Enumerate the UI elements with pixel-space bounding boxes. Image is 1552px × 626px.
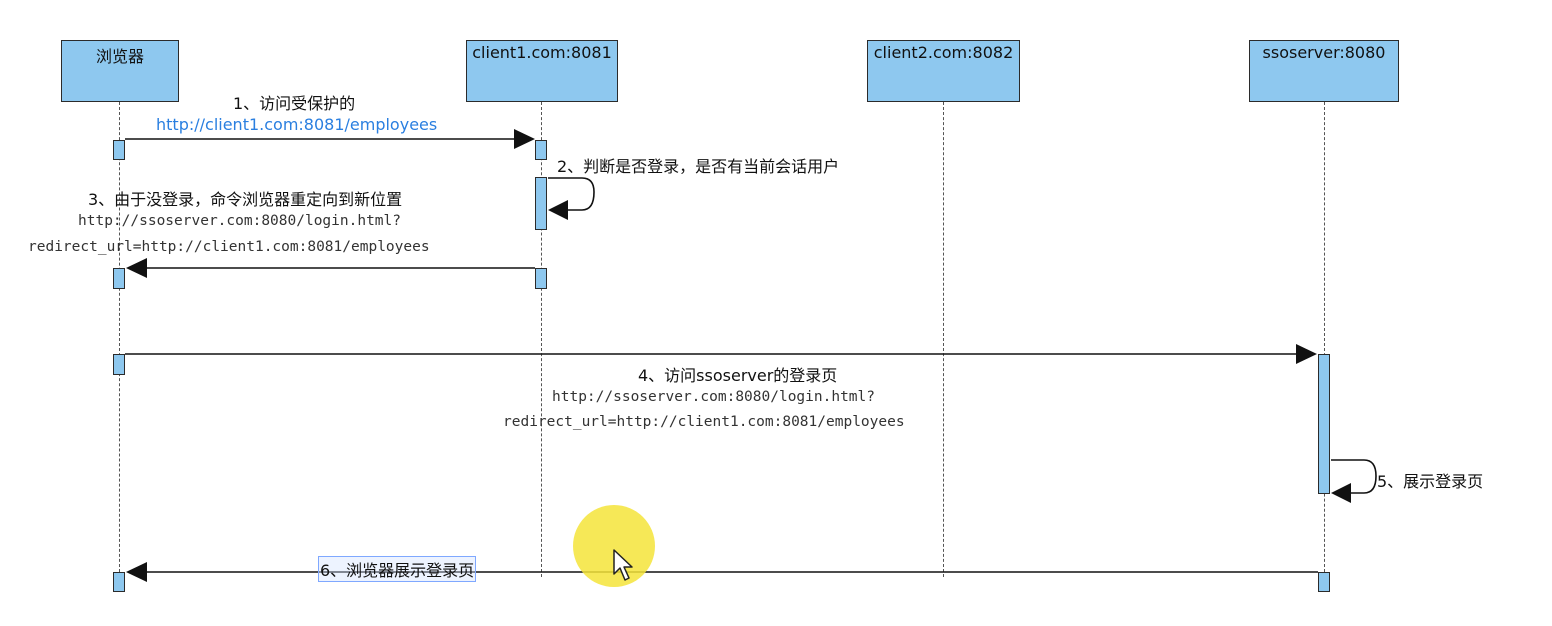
message-5-arrowhead	[1331, 483, 1351, 503]
message-5-label: 5、展示登录页	[1377, 472, 1484, 491]
message-6-arrowhead	[126, 562, 147, 582]
message-1-url[interactable]: http://client1.com:8081/employees	[156, 115, 437, 134]
message-4-arrowhead	[1296, 344, 1317, 364]
message-1-title: 1、访问受保护的	[233, 94, 356, 113]
message-4-title: 4、访问ssoserver的登录页	[638, 366, 838, 385]
message-4-url-line2: redirect_url=http://client1.com:8081/emp…	[503, 414, 905, 430]
message-1-arrowhead	[514, 129, 535, 149]
message-3-title: 3、由于没登录，命令浏览器重定向到新位置	[88, 190, 403, 209]
message-2-label: 2、判断是否登录，是否有当前会话用户	[557, 157, 840, 176]
message-2-arrowhead	[548, 200, 568, 220]
message-4-url-line1: http://ssoserver.com:8080/login.html?	[552, 389, 876, 405]
message-3-arrowhead	[126, 258, 147, 278]
message-3-url-line2: redirect_url=http://client1.com:8081/emp…	[28, 239, 430, 255]
message-6-label[interactable]: 6、浏览器展示登录页	[318, 556, 477, 582]
message-2-self-arrow	[548, 177, 595, 211]
mouse-pointer-icon	[613, 549, 633, 581]
message-3-url-line1: http://ssoserver.com:8080/login.html?	[78, 213, 402, 229]
message-5-self-arrow	[1331, 459, 1377, 494]
